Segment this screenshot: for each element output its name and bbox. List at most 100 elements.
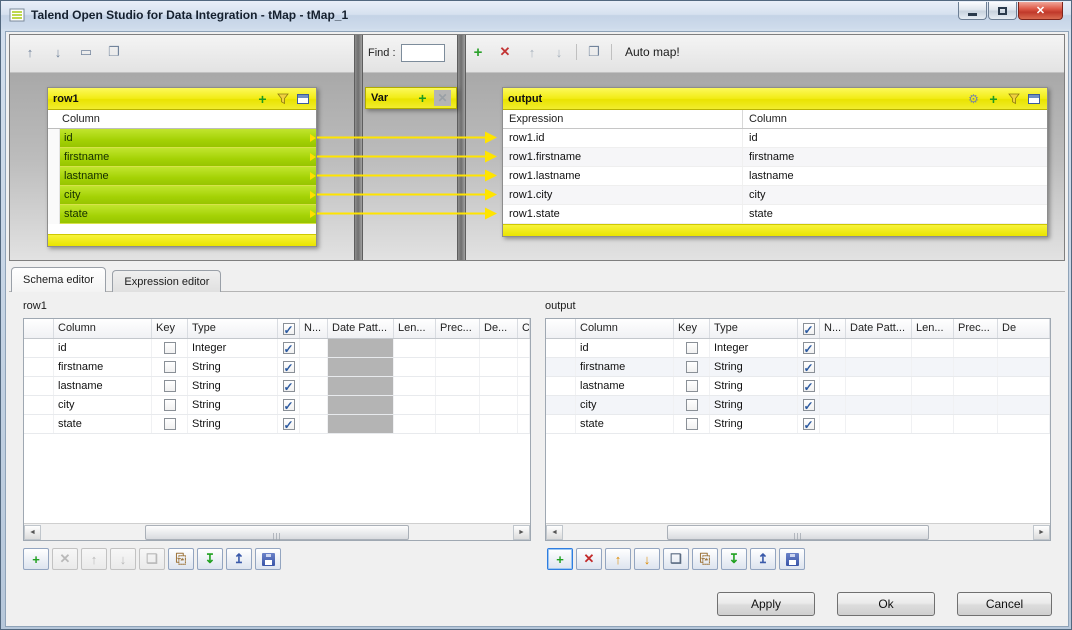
auto-map-button[interactable]: Auto map! (619, 43, 686, 61)
schema-row[interactable]: firstname String (546, 358, 1050, 377)
key-checkbox[interactable] (686, 399, 698, 411)
remove-column-button[interactable]: ✕ (576, 548, 602, 570)
schema-column-name[interactable]: lastname (54, 377, 152, 395)
schema-type[interactable]: String (710, 377, 798, 395)
horizontal-scrollbar[interactable]: ◄ ||| ► (546, 523, 1050, 540)
key-checkbox[interactable] (164, 361, 176, 373)
scroll-track[interactable]: ||| (564, 525, 1032, 540)
table-settings-icon[interactable] (294, 91, 311, 107)
remove-var-icon[interactable]: ✕ (434, 90, 451, 106)
schema-row[interactable]: id Integer (24, 339, 530, 358)
minimize-panel-icon[interactable]: ▭ (76, 42, 96, 62)
schema-type[interactable]: String (710, 396, 798, 414)
remove-column-button[interactable]: ✕ (52, 548, 78, 570)
schema-row[interactable]: city String (24, 396, 530, 415)
minimize-button[interactable] (958, 2, 987, 20)
add-column-button[interactable]: + (547, 548, 573, 570)
tab-schema-editor[interactable]: Schema editor (11, 267, 106, 292)
export-schema-button[interactable]: ↥ (226, 548, 252, 570)
key-checkbox[interactable] (686, 342, 698, 354)
output-expression[interactable]: row1.city (503, 186, 743, 204)
schema-row[interactable]: id Integer (546, 339, 1050, 358)
output-row[interactable]: row1.city city (503, 186, 1047, 205)
ok-button[interactable]: Ok (837, 592, 935, 616)
remove-output-icon[interactable]: ✕ (495, 42, 515, 62)
move-up-icon[interactable]: ↑ (20, 42, 40, 62)
key-checkbox[interactable] (164, 342, 176, 354)
schema-row[interactable]: firstname String (24, 358, 530, 377)
scroll-left-arrow[interactable]: ◄ (546, 525, 563, 540)
copy-button[interactable]: ❏ (139, 548, 165, 570)
wrench-icon[interactable]: ⚙ (965, 91, 982, 107)
input-row[interactable]: lastname (48, 167, 316, 186)
input-row[interactable]: firstname (48, 148, 316, 167)
output-row[interactable]: row1.lastname lastname (503, 167, 1047, 186)
schema-column-name[interactable]: state (576, 415, 674, 433)
schema-column-name[interactable]: firstname (576, 358, 674, 376)
output-column[interactable]: id (743, 129, 1047, 147)
key-checkbox[interactable] (686, 361, 698, 373)
var-panel[interactable]: Var + ✕ (365, 87, 457, 109)
key-checkbox[interactable] (164, 399, 176, 411)
scroll-right-arrow[interactable]: ► (1033, 525, 1050, 540)
input-row-label[interactable]: city (60, 186, 316, 205)
nullable-checkbox[interactable] (803, 418, 815, 430)
schema-column-name[interactable]: lastname (576, 377, 674, 395)
schema-type[interactable]: String (710, 415, 798, 433)
output-column[interactable]: firstname (743, 148, 1047, 166)
key-checkbox[interactable] (686, 380, 698, 392)
schema-row[interactable]: state String (24, 415, 530, 434)
move-down-icon[interactable]: ↓ (48, 42, 68, 62)
horizontal-scrollbar[interactable]: ◄ ||| ► (24, 523, 530, 540)
output-expression[interactable]: row1.firstname (503, 148, 743, 166)
key-checkbox[interactable] (686, 418, 698, 430)
export-schema-button[interactable]: ↥ (750, 548, 776, 570)
move-up-button[interactable]: ↑ (605, 548, 631, 570)
paste-button[interactable]: ⎘ (168, 548, 194, 570)
move-down-button[interactable]: ↓ (634, 548, 660, 570)
schema-type[interactable]: String (188, 358, 278, 376)
schema-column-name[interactable]: city (576, 396, 674, 414)
copy-button[interactable]: ❏ (663, 548, 689, 570)
add-column-button[interactable]: + (23, 548, 49, 570)
schema-type[interactable]: String (188, 415, 278, 433)
schema-row[interactable]: city String (546, 396, 1050, 415)
close-button[interactable]: ✕ (1018, 2, 1063, 20)
output-table-header[interactable]: output ⚙ + (503, 88, 1047, 110)
apply-button[interactable]: Apply (717, 592, 815, 616)
add-var-icon[interactable]: + (414, 90, 431, 106)
schema-row[interactable]: lastname String (24, 377, 530, 396)
schema-column-name[interactable]: firstname (54, 358, 152, 376)
table-settings-icon[interactable] (1025, 91, 1042, 107)
nullable-checkbox[interactable] (283, 342, 295, 354)
input-row-label[interactable]: id (60, 129, 316, 148)
output-expression[interactable]: row1.id (503, 129, 743, 147)
input-row[interactable]: city (48, 186, 316, 205)
schema-type[interactable]: Integer (188, 339, 278, 357)
scroll-right-arrow[interactable]: ► (513, 525, 530, 540)
scroll-thumb[interactable]: ||| (667, 525, 929, 540)
output-row[interactable]: row1.id id (503, 129, 1047, 148)
add-output-icon[interactable]: + (468, 42, 488, 62)
nullable-checkbox[interactable] (283, 399, 295, 411)
schema-column-name[interactable]: city (54, 396, 152, 414)
move-down-button[interactable]: ↓ (110, 548, 136, 570)
key-checkbox[interactable] (164, 380, 176, 392)
nullable-checkbox[interactable] (803, 380, 815, 392)
schema-column-name[interactable]: state (54, 415, 152, 433)
nullable-checkbox[interactable] (803, 399, 815, 411)
add-filter-icon[interactable]: + (254, 91, 271, 107)
scroll-left-arrow[interactable]: ◄ (24, 525, 41, 540)
input-row[interactable]: id (48, 129, 316, 148)
title-bar[interactable]: Talend Open Studio for Data Integration … (1, 1, 1071, 29)
schema-type[interactable]: String (188, 377, 278, 395)
save-schema-button[interactable] (255, 548, 281, 570)
input-row[interactable]: state (48, 205, 316, 224)
filter-icon[interactable] (1005, 91, 1022, 107)
nullable-all-checkbox[interactable] (283, 323, 295, 335)
scroll-track[interactable]: ||| (42, 525, 512, 540)
nullable-all-checkbox[interactable] (803, 323, 815, 335)
nullable-checkbox[interactable] (283, 361, 295, 373)
schema-type[interactable]: String (710, 358, 798, 376)
nullable-checkbox[interactable] (283, 380, 295, 392)
